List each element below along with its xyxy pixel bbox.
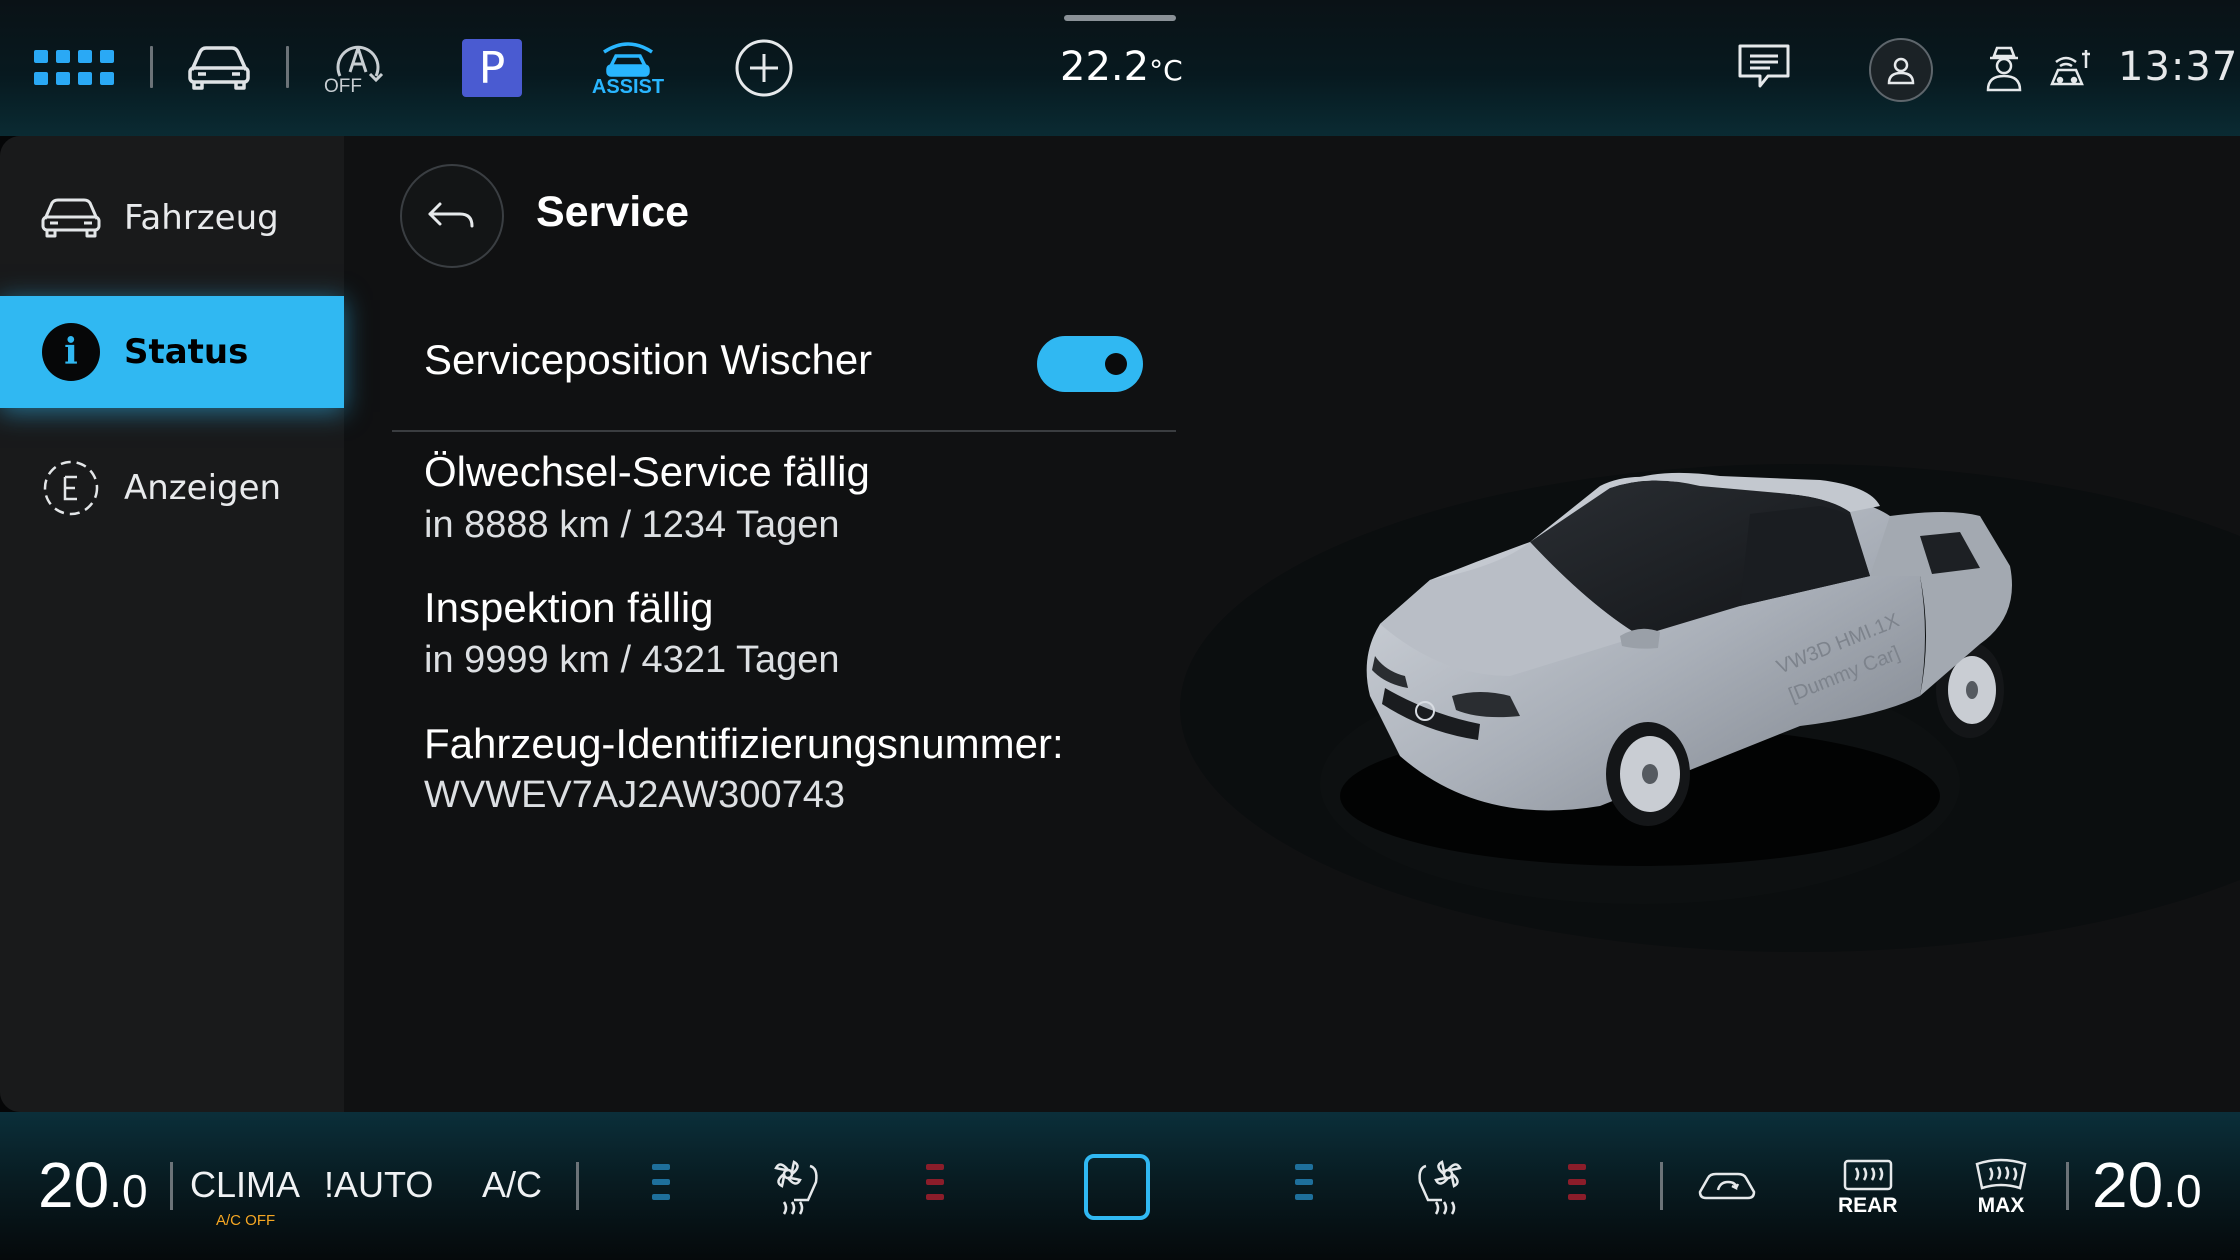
back-button[interactable] (400, 164, 504, 268)
message-icon[interactable] (1736, 42, 1792, 92)
rear-defrost-icon (1843, 1159, 1892, 1191)
ac-button[interactable]: A/C (482, 1164, 542, 1206)
sidebar-item-anzeigen[interactable]: Anzeigen (0, 432, 344, 544)
separator (576, 1162, 579, 1210)
passenger-seat-ventilation-level[interactable] (1295, 1164, 1313, 1200)
driver-seat-climate-icon[interactable] (770, 1156, 824, 1216)
main-panel: Fahrzeug i Status Anzeigen Service Servi (0, 136, 2240, 1112)
ac-off-indicator: A/C OFF (216, 1212, 276, 1229)
vin-value: WVWEV7AJ2AW300743 (424, 774, 845, 816)
max-defrost-label: MAX (1977, 1194, 2025, 1217)
max-defrost-button[interactable]: MAX (1974, 1158, 2028, 1218)
passenger-temp-dec: .0 (2163, 1165, 2202, 1217)
wiper-service-toggle[interactable] (1037, 336, 1143, 392)
auto-button[interactable]: !AUTO (324, 1164, 433, 1206)
clima-button[interactable]: CLIMA (190, 1164, 300, 1206)
oil-service-label: Ölwechsel-Service fällig (424, 448, 870, 495)
car-icon (40, 187, 102, 249)
app-grid-icon[interactable] (30, 46, 124, 90)
oil-service-value: in 8888 km / 1234 Tagen (424, 504, 840, 546)
separator (150, 46, 153, 88)
climate-bar: 20.0 CLIMA A/C OFF !AUTO A/C REAR MAX 20… (0, 1112, 2240, 1260)
vehicle-icon[interactable] (186, 40, 252, 94)
top-status-bar: OFF P ASSIST 22.2°C 13:37 (0, 0, 2240, 136)
passenger-seat-heat-level[interactable] (1568, 1164, 1586, 1200)
driver-seat-heat-level[interactable] (926, 1164, 944, 1200)
sidebar-item-label: Status (124, 332, 249, 372)
outside-temperature: 22.2°C (1060, 44, 1183, 90)
windshield-defrost-icon (1975, 1158, 2027, 1190)
assist-icon[interactable] (596, 38, 660, 78)
climate-sync-button[interactable] (1084, 1154, 1150, 1220)
privacy-mode-icon[interactable] (1984, 44, 2024, 92)
sidebar-item-label: Anzeigen (124, 468, 282, 508)
driver-temp-dec: .0 (109, 1165, 148, 1217)
passenger-seat-climate-icon[interactable] (1412, 1156, 1466, 1216)
driver-temp-int: 20 (38, 1149, 110, 1221)
recirculation-icon[interactable] (1696, 1168, 1758, 1202)
vehicle-3d-view: VW3D HMI.1X [Dummy Car] (1180, 136, 2240, 1112)
passenger-temperature[interactable]: 20.0 (2092, 1148, 2202, 1222)
passenger-temp-int: 20 (2092, 1149, 2164, 1221)
assist-label: ASSIST (591, 76, 665, 98)
display-e-icon (40, 457, 102, 519)
info-icon: i (40, 321, 102, 383)
temperature-unit: °C (1149, 54, 1183, 87)
driver-seat-ventilation-level[interactable] (652, 1164, 670, 1200)
separator (1660, 1162, 1663, 1210)
vin-label: Fahrzeug-Identifizierungsnummer: (424, 720, 1064, 767)
sidebar-item-status[interactable]: i Status (0, 296, 344, 408)
toggle-knob (1105, 353, 1127, 375)
sidebar-item-fahrzeug[interactable]: Fahrzeug (0, 162, 344, 274)
profile-button[interactable] (1869, 38, 1933, 102)
auto-hold-status: OFF (324, 76, 362, 97)
sidebar: Fahrzeug i Status Anzeigen (0, 136, 344, 1112)
page-title: Service (536, 188, 690, 236)
rear-defrost-button[interactable]: REAR (1838, 1158, 1898, 1218)
separator (2066, 1162, 2069, 1210)
user-icon (1887, 57, 1915, 85)
inspection-label: Inspektion fällig (424, 584, 714, 631)
driver-temperature[interactable]: 20.0 (38, 1148, 148, 1222)
separator (286, 46, 289, 88)
inspection-value: in 9999 km / 4321 Tagen (424, 639, 840, 681)
drag-handle[interactable] (1064, 15, 1176, 21)
add-icon[interactable] (734, 38, 794, 98)
parking-button[interactable]: P (462, 39, 522, 97)
wiper-service-label: Serviceposition Wischer (424, 336, 873, 383)
separator (170, 1162, 173, 1210)
clock: 13:37 (2118, 44, 2239, 90)
temperature-value: 22.2 (1060, 44, 1150, 90)
divider (392, 430, 1176, 432)
rear-defrost-label: REAR (1838, 1194, 1898, 1217)
back-arrow-icon (428, 202, 474, 228)
sidebar-item-label: Fahrzeug (124, 198, 279, 238)
connectivity-icon[interactable] (2046, 44, 2092, 92)
